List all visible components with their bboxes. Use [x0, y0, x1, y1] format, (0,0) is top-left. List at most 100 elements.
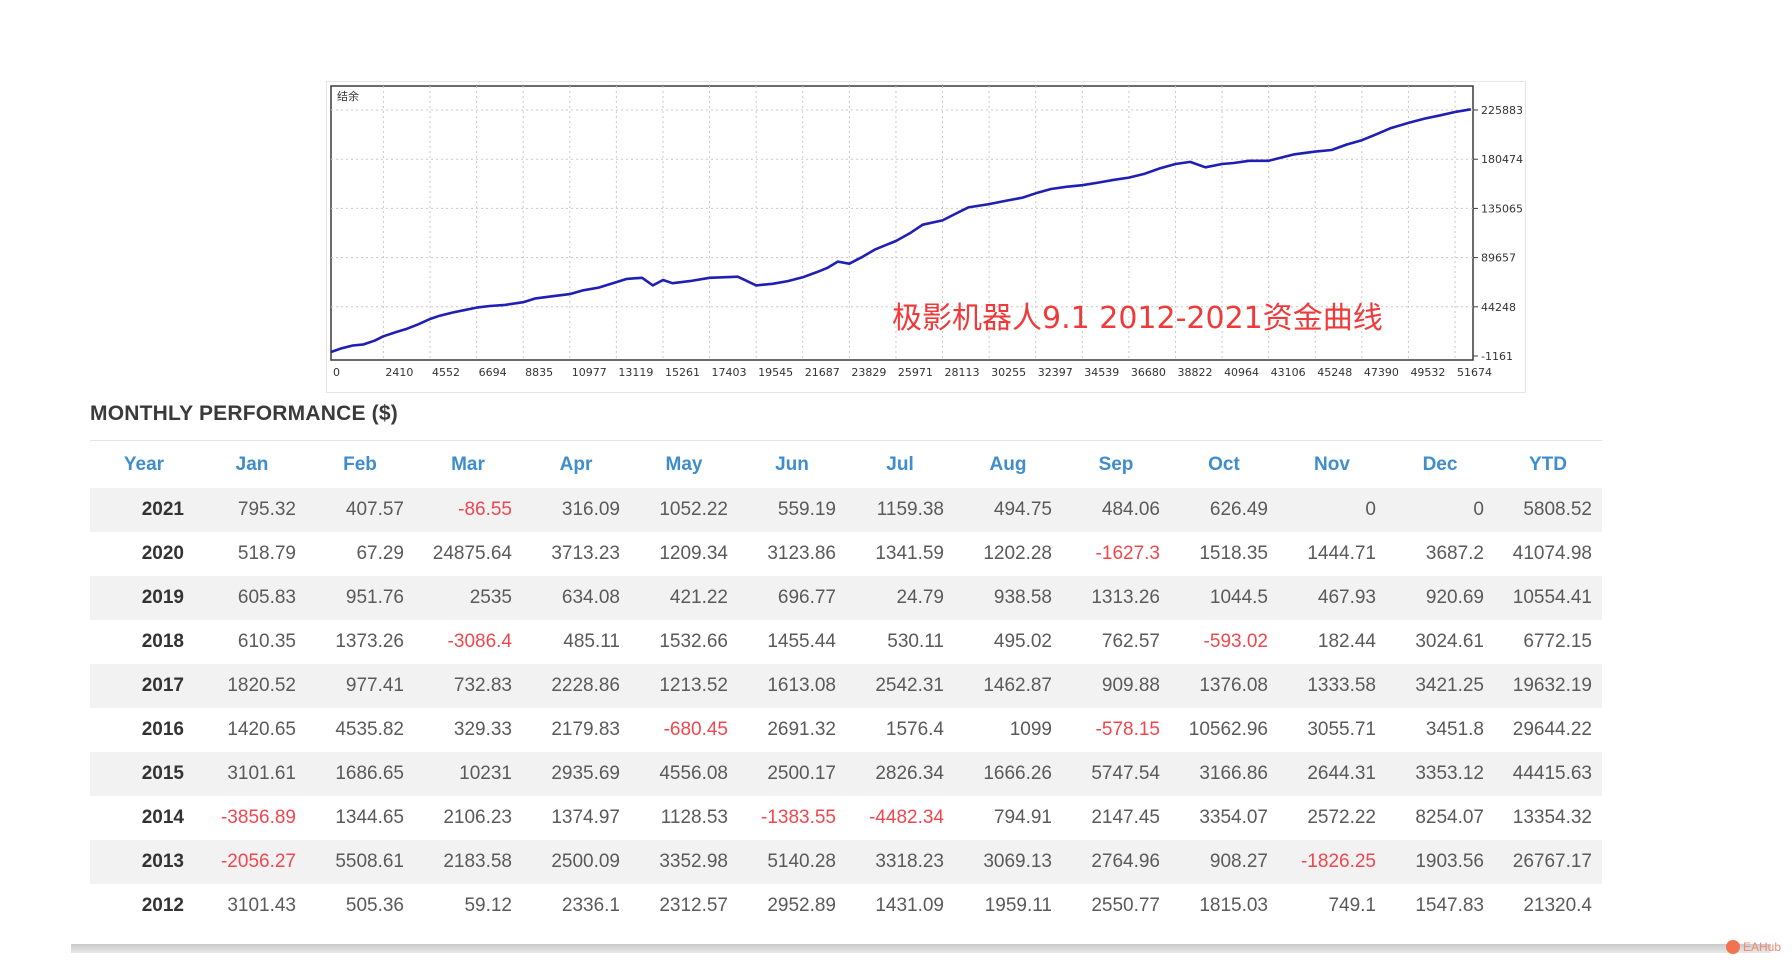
chart-overlay-title: 极影机器人9.1 2012-2021资金曲线 — [892, 301, 1383, 336]
month-value-cell: 316.09 — [522, 488, 630, 532]
month-value-cell: 2550.77 — [1091, 895, 1160, 916]
year-cell: 2012 — [141, 895, 184, 916]
month-value-cell: 518.79 — [237, 543, 296, 564]
x-tick-label: 8835 — [525, 366, 553, 379]
month-value-cell: 3123.86 — [767, 543, 836, 564]
column-header-feb: Feb — [343, 454, 377, 475]
month-value-cell: 0 — [1278, 488, 1386, 532]
month-value-cell: 749.1 — [1328, 895, 1376, 916]
column-header-may: May — [665, 454, 703, 475]
month-value-cell: 2691.32 — [767, 719, 836, 740]
ytd-cell: 5808.52 — [1494, 488, 1602, 532]
month-value-cell: 610.35 — [237, 631, 296, 652]
year-cell: 2016 — [141, 719, 184, 740]
column-header-apr: Apr — [559, 454, 593, 475]
y-tick-label: 180474 — [1481, 153, 1523, 166]
month-value-cell: 1455.44 — [767, 631, 836, 652]
x-tick-label: 32397 — [1038, 366, 1073, 379]
month-value-cell: -578.15 — [1095, 719, 1160, 740]
x-tick-label: 2410 — [385, 366, 413, 379]
month-value-cell: 605.83 — [198, 576, 306, 620]
month-value-cell: 2500.09 — [522, 840, 630, 884]
ytd-cell: 6772.15 — [1523, 631, 1592, 652]
month-value-cell: 1462.87 — [954, 664, 1062, 708]
month-value-cell: 1052.22 — [630, 488, 738, 532]
ytd-cell: 19632.19 — [1494, 664, 1602, 708]
month-value-cell: 1044.5 — [1170, 576, 1278, 620]
month-value-cell: 182.44 — [1317, 631, 1376, 652]
table-row: 2017 1820.52 977.41 732.83 2228.86 1213.52 161… — [90, 664, 1602, 708]
month-value-cell: 484.06 — [1062, 488, 1170, 532]
table-row: 2018 610.35 1373.26 -3086.4 485.11 1532.66 145… — [90, 620, 1602, 664]
month-value-cell: 495.02 — [993, 631, 1052, 652]
month-value-cell: 1444.71 — [1307, 543, 1376, 564]
month-value-cell: 1431.09 — [875, 895, 944, 916]
column-header-aug: Aug — [989, 454, 1027, 475]
month-value-cell: 494.75 — [954, 488, 1062, 532]
month-value-cell: 1376.08 — [1170, 664, 1278, 708]
x-tick-label: 34539 — [1084, 366, 1119, 379]
month-value-cell: 1686.65 — [306, 752, 414, 796]
month-value-cell: 67.29 — [356, 543, 404, 564]
month-value-cell: 1374.97 — [551, 807, 620, 828]
year-cell: 2015 — [90, 752, 198, 796]
month-value-cell: 2542.31 — [846, 664, 954, 708]
month-value-cell: 2312.57 — [659, 895, 728, 916]
month-value-cell: 5140.28 — [738, 840, 846, 884]
month-value-cell: -3856.89 — [220, 807, 296, 828]
equity-chart-svg: 0 2410 4552 6694 8835 10977 13119 15261 17403 195… — [330, 85, 1523, 379]
month-value-cell: 3166.86 — [1170, 752, 1278, 796]
month-value-cell: 1903.56 — [1386, 840, 1494, 884]
month-value-cell: 505.36 — [345, 895, 404, 916]
column-header-sep: Sep — [1098, 454, 1134, 475]
equity-chart: 0 2410 4552 6694 8835 10977 13119 15261 17403 195… — [326, 81, 1526, 393]
month-value-cell: 3687.2 — [1425, 543, 1484, 564]
month-value-cell: -680.45 — [663, 719, 728, 740]
x-tick-label: 13119 — [618, 366, 653, 379]
month-value-cell: 1341.59 — [875, 543, 944, 564]
y-tick-label: 135065 — [1481, 202, 1523, 215]
month-value-cell: -3086.4 — [447, 631, 512, 652]
month-value-cell: 626.49 — [1170, 488, 1278, 532]
ytd-cell: 21320.4 — [1523, 895, 1592, 916]
month-value-cell: 696.77 — [738, 576, 846, 620]
month-value-cell: -1627.3 — [1095, 543, 1160, 564]
month-value-cell: 1666.26 — [954, 752, 1062, 796]
month-value-cell: 1333.58 — [1278, 664, 1386, 708]
month-value-cell: 2179.83 — [551, 719, 620, 740]
y-tick-label: 225883 — [1481, 104, 1523, 117]
x-tick-label: 21687 — [805, 366, 840, 379]
column-header-dec: Dec — [1422, 454, 1458, 475]
ytd-cell: 26767.17 — [1494, 840, 1602, 884]
month-value-cell: 1209.34 — [659, 543, 728, 564]
x-tick-label: 40964 — [1224, 366, 1259, 379]
month-value-cell: 3055.71 — [1307, 719, 1376, 740]
x-tick-label: 28113 — [945, 366, 980, 379]
column-header-mar: Mar — [451, 454, 485, 475]
month-value-cell: 1099 — [1009, 719, 1052, 740]
month-value-cell: 24.79 — [846, 576, 954, 620]
bottom-scrollbar[interactable] — [71, 944, 1771, 953]
month-value-cell: 977.41 — [306, 664, 414, 708]
ytd-cell: 44415.63 — [1494, 752, 1602, 796]
x-tick-label: 19545 — [758, 366, 793, 379]
title-divider — [90, 440, 1602, 441]
month-value-cell: 329.33 — [453, 719, 512, 740]
ytd-cell: 29644.22 — [1512, 719, 1592, 740]
y-tick-label: 89657 — [1481, 252, 1516, 265]
x-tick-label: 17403 — [712, 366, 747, 379]
x-tick-label: 6694 — [479, 366, 507, 379]
month-value-cell: 3352.98 — [630, 840, 738, 884]
month-value-cell: 2935.69 — [522, 752, 630, 796]
year-cell: 2021 — [90, 488, 198, 532]
month-value-cell: -1383.55 — [760, 807, 836, 828]
table-row: 2013 -2056.27 5508.61 2183.58 2500.09 3352.98… — [90, 840, 1602, 884]
y-tick-label: 44248 — [1481, 301, 1516, 314]
x-tick-label: 45248 — [1317, 366, 1352, 379]
column-header-jul: Jul — [886, 454, 914, 475]
month-value-cell: -86.55 — [414, 488, 522, 532]
month-value-cell: 530.11 — [887, 631, 944, 652]
column-header-nov: Nov — [1314, 454, 1350, 475]
month-value-cell: 8254.07 — [1415, 807, 1484, 828]
month-value-cell: 795.32 — [198, 488, 306, 532]
